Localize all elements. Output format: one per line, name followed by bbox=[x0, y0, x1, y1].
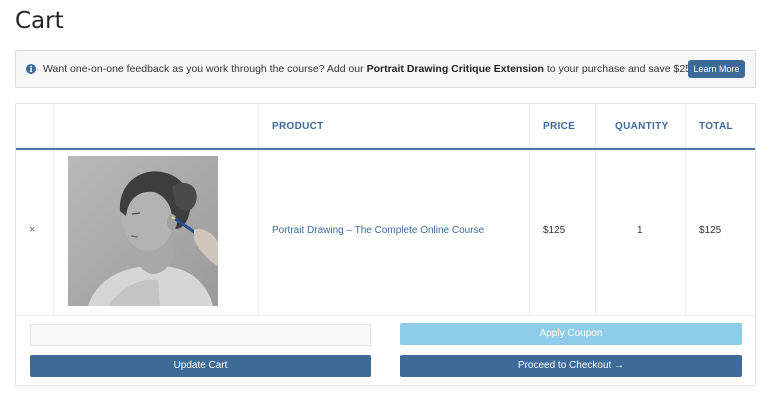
column-divider bbox=[595, 104, 596, 315]
update-cart-button[interactable]: Update Cart bbox=[30, 355, 371, 377]
column-divider bbox=[258, 104, 259, 315]
header-total: TOTAL bbox=[699, 121, 733, 132]
product-thumbnail[interactable] bbox=[68, 156, 218, 306]
info-icon: i bbox=[26, 64, 36, 74]
cart-page: Cart i Want one-on-one feedback as you w… bbox=[0, 0, 774, 401]
coupon-code-input[interactable] bbox=[30, 324, 371, 346]
cart-table: PRODUCT PRICE QUANTITY TOTAL × Portrait … bbox=[15, 103, 756, 386]
notice-product-name: Portrait Drawing Critique Extension bbox=[366, 63, 544, 75]
column-divider bbox=[53, 104, 54, 315]
proceed-to-checkout-button[interactable]: Proceed to Checkout → bbox=[400, 355, 742, 377]
item-quantity[interactable]: 1 bbox=[637, 225, 643, 236]
apply-coupon-button[interactable]: Apply Coupon bbox=[400, 323, 742, 345]
column-divider bbox=[529, 104, 530, 315]
upsell-notice: i Want one-on-one feedback as you work t… bbox=[15, 50, 756, 88]
header-divider bbox=[16, 148, 755, 150]
product-name-link[interactable]: Portrait Drawing – The Complete Online C… bbox=[272, 225, 484, 236]
notice-text-after: to your purchase and save $25. bbox=[543, 63, 694, 75]
notice-text-before: Want one-on-one feedback as you work thr… bbox=[43, 63, 367, 75]
item-total: $125 bbox=[699, 225, 722, 236]
item-price: $125 bbox=[543, 225, 566, 236]
header-product: PRODUCT bbox=[272, 121, 324, 132]
row-divider bbox=[16, 315, 755, 316]
notice-message: Want one-on-one feedback as you work thr… bbox=[43, 63, 694, 75]
page-title: Cart bbox=[15, 8, 64, 34]
column-divider bbox=[685, 104, 686, 315]
remove-item-button[interactable]: × bbox=[29, 224, 35, 236]
learn-more-button[interactable]: Learn More bbox=[688, 60, 745, 78]
header-quantity: QUANTITY bbox=[615, 121, 669, 132]
header-price: PRICE bbox=[543, 121, 576, 132]
